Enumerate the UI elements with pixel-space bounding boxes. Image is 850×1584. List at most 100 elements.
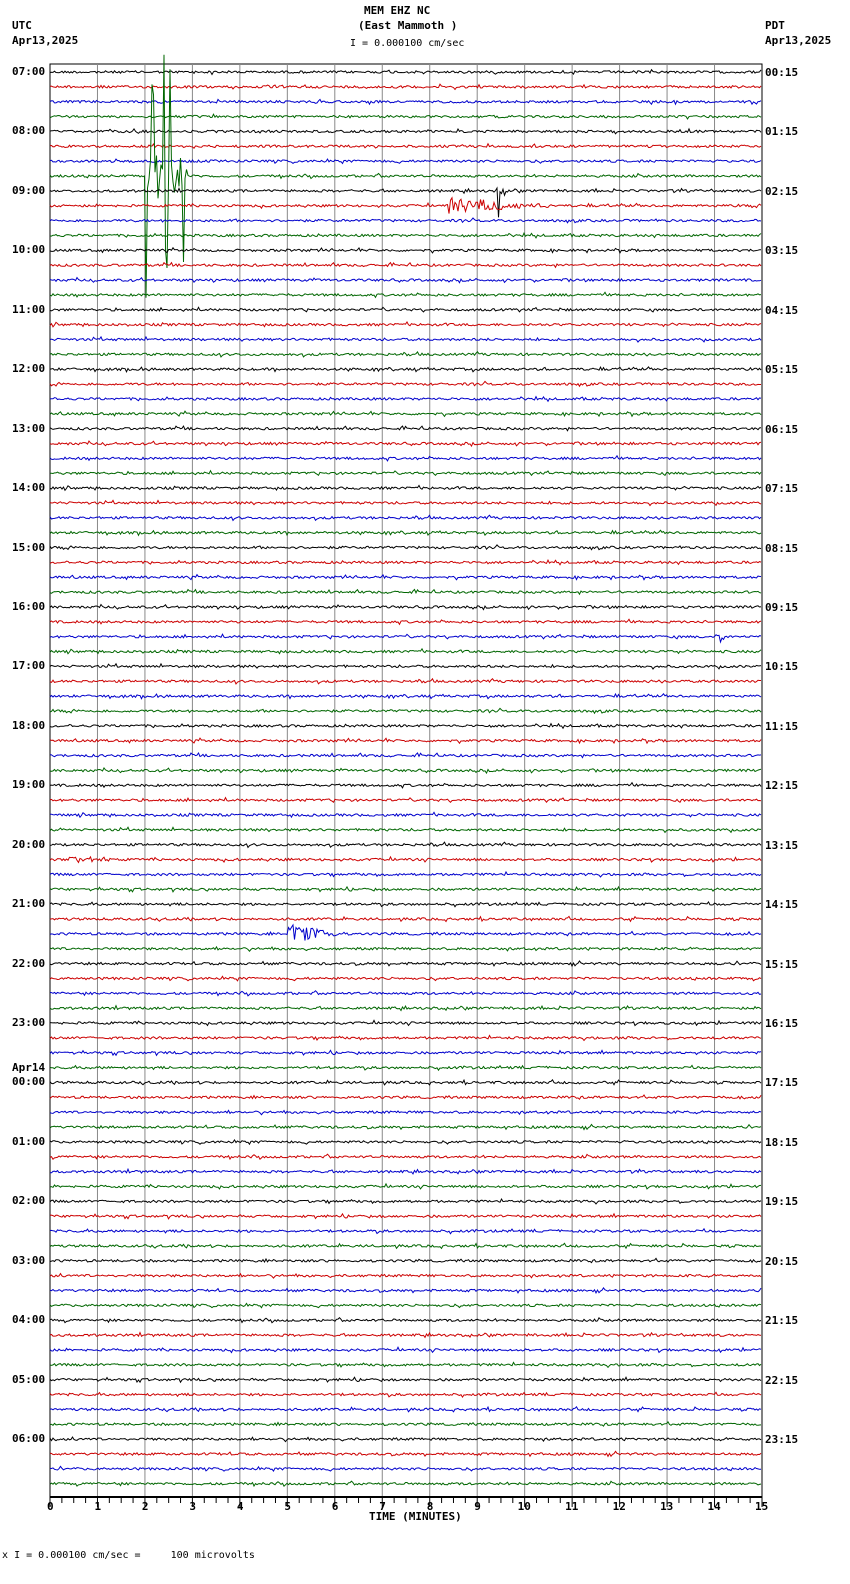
- trace-line: [49, 841, 762, 849]
- plot-frame: [49, 63, 763, 1498]
- pdt-hour-label: 19:15: [765, 1195, 799, 1209]
- trace-line: [49, 142, 762, 149]
- pdt-hour-label: 01:15: [765, 125, 799, 139]
- trace-line: [49, 722, 762, 730]
- trace-line: [49, 945, 762, 952]
- pdt-hour-label: 04:15: [765, 303, 799, 317]
- pdt-hour-label: 03:15: [765, 244, 799, 258]
- trace-line: [49, 276, 762, 284]
- utc-hour-label: 14:00: [12, 481, 46, 495]
- trace-line: [49, 469, 762, 477]
- trace-line: [49, 544, 762, 551]
- x-tick-label: 4: [236, 1500, 244, 1513]
- trace-line: [49, 484, 762, 492]
- trace-line: [49, 425, 762, 432]
- pdt-hour-label: 10:15: [765, 660, 799, 674]
- utc-hour-label: 05:00: [12, 1372, 46, 1386]
- trace-line: [49, 1331, 762, 1339]
- trace-line: [49, 186, 762, 218]
- pdt-hour-label: 00:15: [765, 66, 799, 79]
- trace-line: [49, 1405, 762, 1413]
- trace-line: [49, 990, 762, 997]
- trace-line: [49, 781, 762, 789]
- trace-line: [49, 662, 762, 670]
- scale-bar-icon: I: [14, 1550, 21, 1561]
- utc-hour-label: 10:00: [12, 243, 46, 257]
- trace-line: [49, 410, 762, 418]
- footer-scale-text: = 0.000100 cm/sec = 100 microvolts: [26, 1550, 255, 1561]
- pdt-hour-label: 06:15: [765, 422, 799, 436]
- utc-hour-label: 02:00: [12, 1194, 46, 1208]
- x-tick-label: 10: [517, 1500, 531, 1513]
- trace-line: [49, 1182, 762, 1190]
- utc-hour-label: 11:00: [12, 302, 46, 316]
- pdt-hour-label: 12:15: [765, 779, 799, 793]
- trace-line: [49, 1109, 762, 1116]
- trace-line: [49, 900, 761, 908]
- trace-line: [49, 1376, 762, 1384]
- footer-scale: x I = 0.000100 cm/sec = 100 microvolts: [2, 1550, 255, 1561]
- x-tick-label: 14: [707, 1500, 721, 1513]
- utc-hour-label: 22:00: [12, 956, 46, 970]
- trace-line: [49, 54, 762, 298]
- trace-line: [49, 1450, 762, 1458]
- trace-line: [49, 246, 762, 254]
- trace-line: [49, 1138, 762, 1146]
- pdt-hour-label: 18:15: [765, 1135, 799, 1149]
- utc-hour-label: 01:00: [12, 1134, 46, 1148]
- trace-line: [49, 321, 762, 328]
- utc-hour-label: 16:00: [12, 599, 46, 613]
- trace-line: [49, 1480, 762, 1488]
- trace-line: [49, 960, 762, 968]
- trace-line: [49, 1302, 762, 1309]
- x-tick-label: 11: [565, 1500, 579, 1513]
- trace-line: [49, 677, 761, 685]
- trace-line: [49, 692, 762, 700]
- utc-hour-label: 12:00: [12, 362, 46, 376]
- trace-line: [49, 335, 762, 343]
- trace-line: [49, 1346, 762, 1354]
- utc-hour-label: 20:00: [12, 837, 46, 851]
- trace-line: [49, 915, 762, 923]
- trace-line: [49, 975, 762, 982]
- trace-line: [49, 1227, 762, 1235]
- pdt-hour-label: 17:15: [765, 1076, 799, 1090]
- pdt-hour-label: 02:15: [765, 184, 799, 198]
- trace-line: [49, 113, 762, 120]
- x-tick-label: 3: [189, 1500, 197, 1513]
- pdt-hour-label: 09:15: [765, 600, 799, 614]
- trace-line: [49, 1465, 761, 1473]
- trace-line: [49, 1049, 762, 1057]
- utc-hour-label: 19:00: [12, 778, 46, 792]
- utc-hour-label: 23:00: [12, 1016, 46, 1030]
- utc-hour-label: 21:00: [12, 897, 46, 911]
- pdt-hour-label: 14:15: [765, 898, 799, 912]
- trace-line: [49, 127, 762, 135]
- trace-line: [49, 1078, 762, 1086]
- pdt-hour-label: 05:15: [765, 363, 799, 377]
- x-tick-label: 12: [612, 1500, 626, 1513]
- x-tick-label: 6: [331, 1500, 339, 1513]
- trace-line: [49, 1153, 762, 1161]
- trace-line: [49, 529, 762, 537]
- x-tick-label: 0: [47, 1500, 54, 1513]
- date-change-label: Apr14: [12, 1061, 46, 1075]
- utc-hour-label: 15:00: [12, 540, 46, 554]
- x-tick-label: 15: [755, 1500, 769, 1513]
- x-tick-label: 5: [284, 1500, 291, 1513]
- trace-line: [49, 1034, 762, 1042]
- trace-line: [49, 1242, 762, 1250]
- trace-line: [49, 766, 762, 775]
- trace-line: [50, 1167, 762, 1175]
- trace-line: [49, 68, 762, 76]
- x-tick-label: 13: [660, 1500, 674, 1513]
- trace-line: [49, 98, 762, 106]
- trace-line: [49, 1421, 762, 1427]
- trace-line: [49, 217, 762, 224]
- utc-hour-label: 04:00: [12, 1313, 46, 1327]
- trace-line: [49, 923, 762, 941]
- trace-line: [49, 618, 762, 626]
- utc-hour-label: 03:00: [12, 1253, 46, 1267]
- trace-line: [49, 196, 762, 214]
- trace-line: [49, 1094, 762, 1100]
